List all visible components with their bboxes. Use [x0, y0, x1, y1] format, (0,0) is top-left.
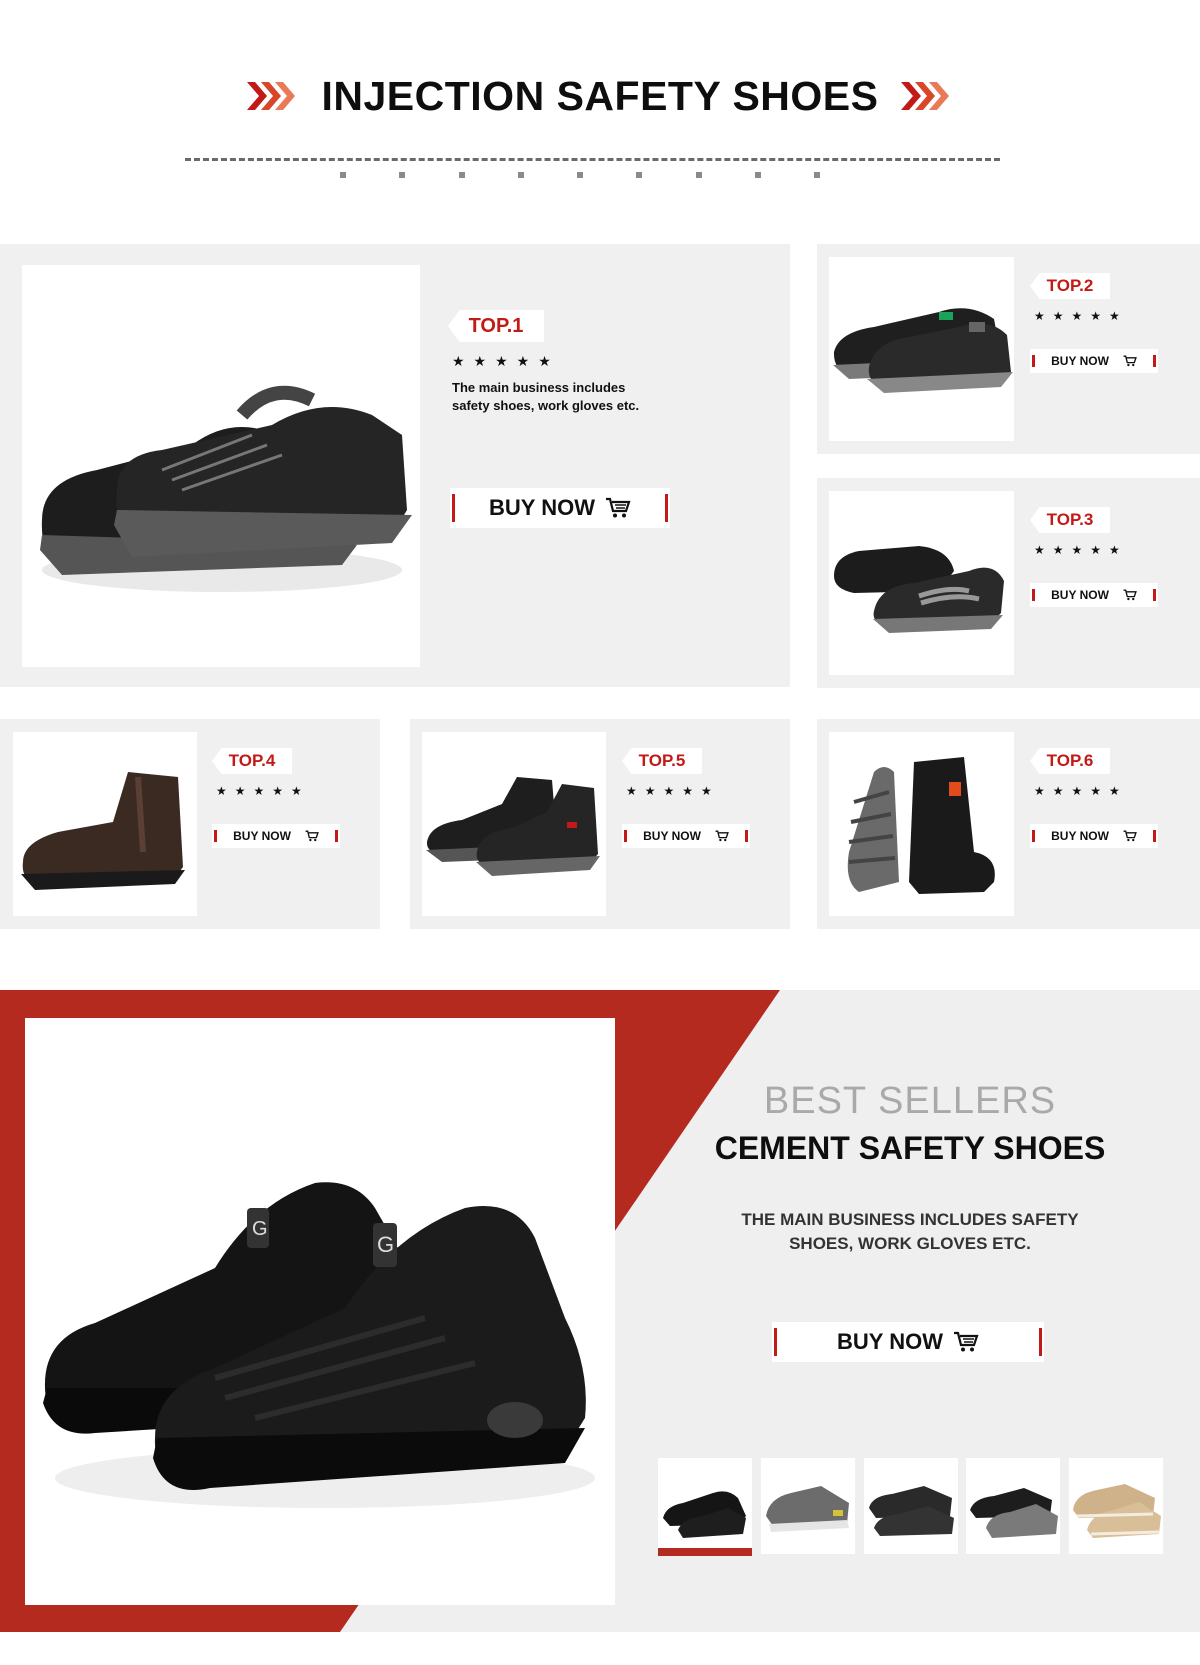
rank-tag: TOP.5 — [622, 748, 702, 774]
cart-icon — [953, 1331, 979, 1352]
thumbnail-4[interactable] — [966, 1458, 1060, 1554]
rating-stars: ★★★★★ — [1034, 784, 1128, 798]
buy-now-button[interactable]: BUY NOW — [1030, 583, 1158, 607]
chevrons-right-icon — [900, 82, 949, 110]
buy-now-button[interactable]: BUY NOW — [622, 824, 750, 848]
rating-stars: ★★★★★ — [626, 784, 720, 798]
svg-text:G: G — [377, 1232, 394, 1257]
header-dots — [340, 172, 820, 178]
shoe-image[interactable] — [829, 491, 1014, 675]
buy-now-label: BUY NOW — [837, 1329, 943, 1354]
rank-tag: TOP.1 — [448, 310, 544, 342]
cart-icon — [1123, 830, 1137, 842]
shoe-image[interactable] — [422, 732, 606, 916]
shoe-image[interactable] — [829, 257, 1014, 441]
buy-now-label: BUY NOW — [643, 829, 701, 843]
buy-now-button[interactable]: BUY NOW — [772, 1322, 1044, 1362]
section-header: INJECTION SAFETY SHOES — [0, 66, 1200, 126]
description-line: SHOES, WORK GLOVES ETC. — [789, 1234, 1031, 1253]
thumbnail-5[interactable] — [1069, 1458, 1163, 1554]
chevrons-right-icon — [247, 82, 296, 110]
shoe-image[interactable] — [22, 265, 420, 667]
shoe-image[interactable] — [13, 732, 197, 916]
buy-now-button[interactable]: BUY NOW — [212, 824, 340, 848]
rank-tag: TOP.2 — [1030, 273, 1110, 299]
thumbnail-2[interactable] — [761, 1458, 855, 1554]
rank-tag: TOP.3 — [1030, 507, 1110, 533]
buy-now-label: BUY NOW — [1051, 354, 1109, 368]
section-description: THE MAIN BUSINESS INCLUDES SAFETY SHOES,… — [720, 1208, 1100, 1256]
buy-now-button[interactable]: BUY NOW — [1030, 349, 1158, 373]
svg-text:G: G — [252, 1218, 268, 1240]
rating-stars: ★★★★★ — [1034, 309, 1128, 323]
cart-icon — [305, 830, 319, 842]
rating-stars: ★★★★★ — [1034, 543, 1128, 557]
bestsellers-label: BEST SELLERS — [763, 1080, 1057, 1122]
section-title: CEMENT SAFETY SHOES — [714, 1130, 1106, 1166]
page-title: INJECTION SAFETY SHOES — [321, 72, 879, 119]
buy-now-button[interactable]: BUY NOW — [1030, 824, 1158, 848]
rank-tag: TOP.4 — [212, 748, 292, 774]
rating-stars: ★★★★★ — [216, 784, 310, 798]
shoe-image[interactable] — [829, 732, 1014, 916]
thumbnail-3[interactable] — [864, 1458, 958, 1554]
buy-now-button[interactable]: BUY NOW — [450, 488, 670, 528]
description-line: THE MAIN BUSINESS INCLUDES SAFETY — [741, 1210, 1079, 1229]
cart-icon — [715, 830, 729, 842]
product-description: The main business includes safety shoes,… — [452, 380, 640, 413]
selected-thumbnail-indicator — [658, 1548, 752, 1556]
rating-stars: ★★★★★ — [452, 353, 560, 369]
thumbnail-1[interactable] — [658, 1458, 752, 1554]
featured-shoe-image[interactable]: G G — [25, 1018, 615, 1605]
cart-icon — [1123, 589, 1137, 601]
cart-icon — [605, 497, 631, 518]
buy-now-label: BUY NOW — [233, 829, 291, 843]
buy-now-label: BUY NOW — [1051, 829, 1109, 843]
header-divider — [185, 158, 1000, 161]
cart-icon — [1123, 355, 1137, 367]
buy-now-label: BUY NOW — [489, 495, 595, 520]
buy-now-label: BUY NOW — [1051, 588, 1109, 602]
rank-tag: TOP.6 — [1030, 748, 1110, 774]
